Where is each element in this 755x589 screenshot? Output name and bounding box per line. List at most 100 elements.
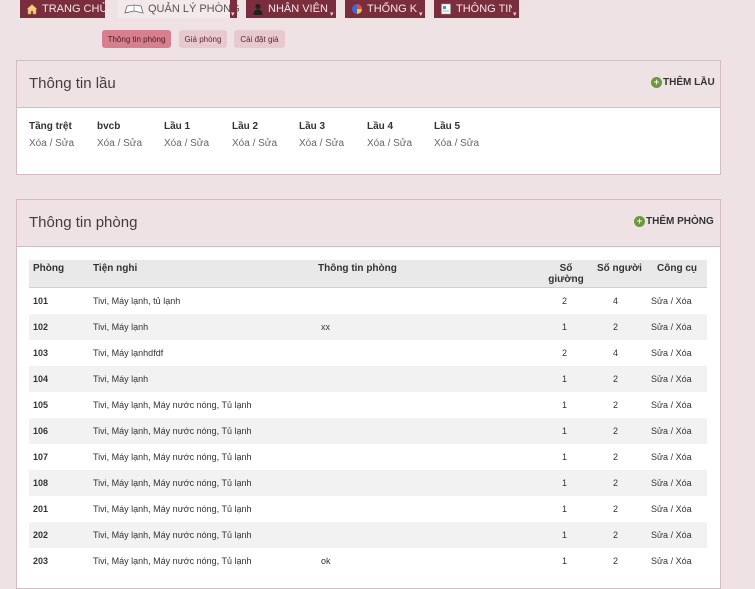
delete-room-link[interactable]: Xóa xyxy=(676,374,692,384)
delete-room-link[interactable]: Xóa xyxy=(676,296,692,306)
nav-staff[interactable]: NHÂN VIÊN xyxy=(246,0,329,18)
action-separator: / xyxy=(670,452,674,462)
delete-room-link[interactable]: Xóa xyxy=(676,556,692,566)
edit-floor-link[interactable]: Sửa xyxy=(258,138,277,149)
action-separator: / xyxy=(670,556,674,566)
nav-room-management-label: QUẢN LÝ PHÒNG xyxy=(148,3,240,15)
room-people: 2 xyxy=(613,452,619,462)
room-number: 102 xyxy=(33,322,49,332)
action-separator: / xyxy=(670,296,674,306)
room-people: 2 xyxy=(613,556,619,566)
delete-room-link[interactable]: Xóa xyxy=(676,530,692,540)
column-amenities: Tiện nghi xyxy=(93,263,138,274)
delete-floor-link[interactable]: Xóa xyxy=(434,138,452,149)
delete-floor-link[interactable]: Xóa xyxy=(299,138,317,149)
action-separator: / xyxy=(670,530,674,540)
subtab-room-price[interactable]: Giá phòng xyxy=(179,30,227,48)
room-beds: 1 xyxy=(562,322,568,332)
room-beds: 1 xyxy=(562,504,568,514)
column-room: Phòng xyxy=(33,263,65,274)
room-people: 2 xyxy=(613,504,619,514)
floor-actions: Xóa / Sửa xyxy=(232,138,277,149)
room-tools: Sửa / Xóa xyxy=(651,504,692,514)
edit-room-link[interactable]: Sửa xyxy=(651,530,668,540)
action-separator: / xyxy=(670,374,674,384)
subtab-room-info[interactable]: Thông tin phòng xyxy=(102,30,171,48)
nav-info-dropdown[interactable]: ▾ xyxy=(512,0,519,18)
floor-actions: Xóa / Sửa xyxy=(164,138,209,149)
edit-room-link[interactable]: Sửa xyxy=(651,400,668,410)
edit-floor-link[interactable]: Sửa xyxy=(325,138,344,149)
add-floor-label: THÊM LẦU xyxy=(663,77,715,88)
room-amenities: Tivi, Máy lạnh, Máy nước nóng, Tủ lạnh xyxy=(93,530,252,540)
edit-room-link[interactable]: Sửa xyxy=(651,426,668,436)
room-number: 104 xyxy=(33,374,49,384)
delete-floor-link[interactable]: Xóa xyxy=(164,138,182,149)
nav-statistics[interactable]: THỐNG KÊ xyxy=(345,0,424,18)
room-people: 4 xyxy=(613,296,619,306)
edit-room-link[interactable]: Sửa xyxy=(651,452,668,462)
room-people: 2 xyxy=(613,374,619,384)
edit-floor-link[interactable]: Sửa xyxy=(393,138,412,149)
delete-room-link[interactable]: Xóa xyxy=(676,478,692,488)
room-amenities: Tivi, Máy lạnh, tủ lạnh xyxy=(93,296,181,306)
room-amenities: Tivi, Máy lạnh, Máy nước nóng, Tủ lạnh xyxy=(93,478,252,488)
table-row: 104 Tivi, Máy lạnh 1 2 Sửa / Xóa xyxy=(29,366,707,392)
delete-room-link[interactable]: Xóa xyxy=(676,322,692,332)
room-beds: 1 xyxy=(562,426,568,436)
nav-info[interactable]: THÔNG TIN xyxy=(434,0,516,18)
nav-staff-label: NHÂN VIÊN xyxy=(268,3,328,15)
nav-home[interactable]: TRANG CHỦ xyxy=(20,0,107,18)
room-people: 2 xyxy=(613,322,619,332)
nav-room-management-dropdown[interactable]: ▾ xyxy=(230,0,237,18)
room-beds: 1 xyxy=(562,452,568,462)
delete-room-link[interactable]: Xóa xyxy=(676,452,692,462)
subtab-price-settings[interactable]: Cài đặt giá xyxy=(234,30,285,48)
edit-room-link[interactable]: Sửa xyxy=(651,322,668,332)
edit-room-link[interactable]: Sửa xyxy=(651,348,668,358)
edit-room-link[interactable]: Sửa xyxy=(651,504,668,514)
room-amenities: Tivi, Máy lạnhdfdf xyxy=(93,348,164,358)
action-separator: / xyxy=(670,400,674,410)
add-floor-button[interactable]: + THÊM LẦU xyxy=(651,77,715,88)
delete-floor-link[interactable]: Xóa xyxy=(367,138,385,149)
room-people: 2 xyxy=(613,426,619,436)
delete-room-link[interactable]: Xóa xyxy=(676,400,692,410)
add-room-label: THÊM PHÒNG xyxy=(646,216,714,227)
room-tools: Sửa / Xóa xyxy=(651,426,692,436)
delete-floor-link[interactable]: Xóa xyxy=(29,138,47,149)
action-separator: / xyxy=(670,426,674,436)
room-beds: 2 xyxy=(562,296,568,306)
table-body: 101 Tivi, Máy lạnh, tủ lạnh 2 4 Sửa / Xóa 102… xyxy=(29,288,707,574)
edit-room-link[interactable]: Sửa xyxy=(651,374,668,384)
delete-floor-link[interactable]: Xóa xyxy=(97,138,115,149)
nav-room-management[interactable]: QUẢN LÝ PHÒNG xyxy=(118,0,240,18)
room-tools: Sửa / Xóa xyxy=(651,296,692,306)
edit-floor-link[interactable]: Sửa xyxy=(55,138,74,149)
delete-room-link[interactable]: Xóa xyxy=(676,504,692,514)
table-row: 103 Tivi, Máy lạnhdfdf 2 4 Sửa / Xóa xyxy=(29,340,707,366)
room-people: 2 xyxy=(613,530,619,540)
floor-item: Lầu 3 Xóa / Sửa xyxy=(299,121,344,149)
nav-statistics-dropdown[interactable]: ▾ xyxy=(418,0,425,18)
table-row: 107 Tivi, Máy lạnh, Máy nước nóng, Tủ lạn… xyxy=(29,444,707,470)
floor-panel-title: Thông tin lầu xyxy=(29,75,116,92)
edit-floor-link[interactable]: Sửa xyxy=(190,138,209,149)
nav-staff-dropdown[interactable]: ▾ xyxy=(329,0,336,18)
edit-room-link[interactable]: Sửa xyxy=(651,296,668,306)
floor-actions: Xóa / Sửa xyxy=(367,138,412,149)
delete-floor-link[interactable]: Xóa xyxy=(232,138,250,149)
delete-room-link[interactable]: Xóa xyxy=(676,348,692,358)
floor-actions: Xóa / Sửa xyxy=(29,138,74,149)
delete-room-link[interactable]: Xóa xyxy=(676,426,692,436)
edit-floor-link[interactable]: Sửa xyxy=(460,138,479,149)
edit-room-link[interactable]: Sửa xyxy=(651,478,668,488)
room-tools: Sửa / Xóa xyxy=(651,400,692,410)
room-amenities: Tivi, Máy lạnh, Máy nước nóng, Tủ lạnh xyxy=(93,452,252,462)
nav-info-label: THÔNG TIN xyxy=(456,3,517,15)
edit-room-link[interactable]: Sửa xyxy=(651,556,668,566)
add-room-button[interactable]: + THÊM PHÒNG xyxy=(634,216,714,227)
edit-floor-link[interactable]: Sửa xyxy=(123,138,142,149)
floor-item: bvcb Xóa / Sửa xyxy=(97,121,142,149)
action-separator: / xyxy=(670,504,674,514)
